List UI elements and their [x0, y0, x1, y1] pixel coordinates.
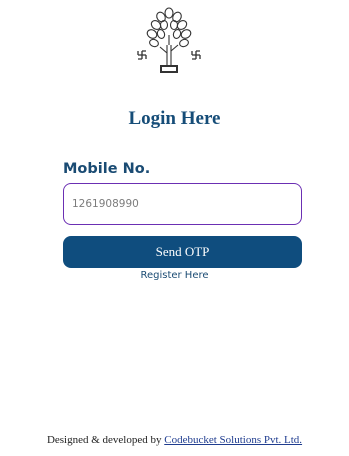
bodhi-tree-emblem-icon [137, 7, 201, 73]
send-otp-button[interactable]: Send OTP [63, 236, 302, 268]
mobile-label: Mobile No. [63, 161, 151, 177]
page-title: Login Here [128, 108, 221, 129]
register-link[interactable]: Register Here [0, 270, 349, 281]
company-link[interactable]: Codebucket Solutions Pvt. Ltd. [164, 434, 302, 446]
mobile-number-input[interactable] [63, 183, 302, 225]
footer-prefix: Designed & developed by [46, 434, 162, 446]
footer-credit: Designed & developed by Codebucket Solut… [0, 434, 349, 446]
